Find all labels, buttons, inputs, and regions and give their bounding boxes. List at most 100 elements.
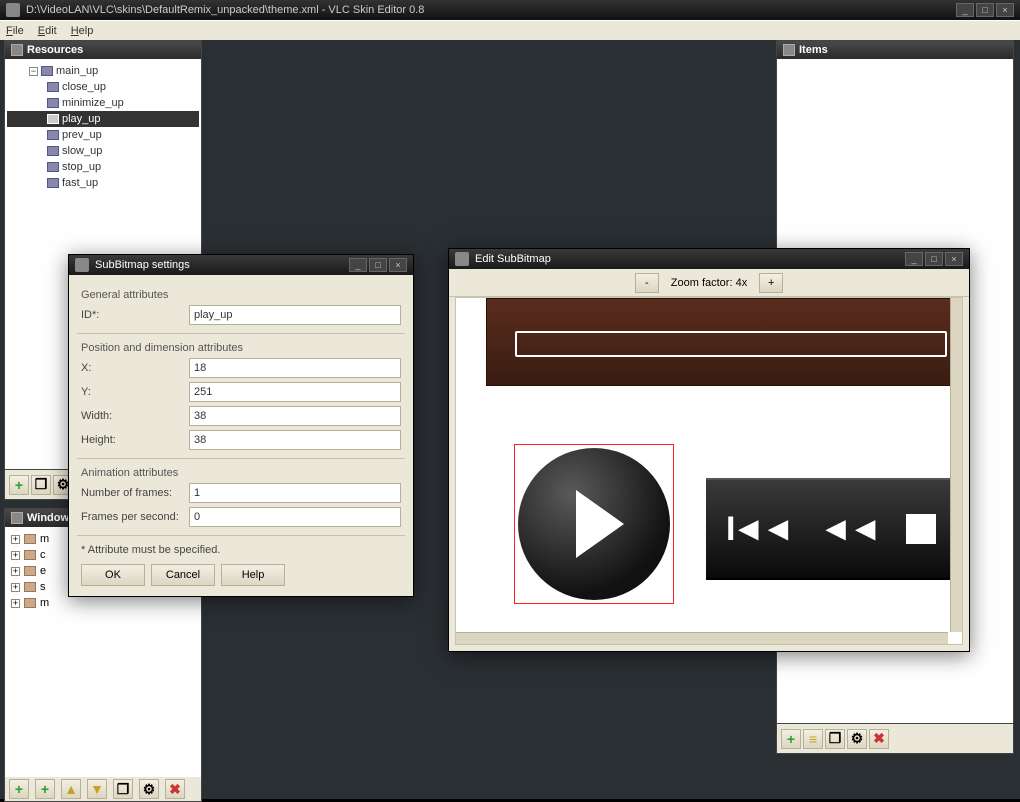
fps-field[interactable] xyxy=(189,507,401,527)
items-title: Items xyxy=(799,44,828,56)
resources-tree[interactable]: − main_up close_up minimize_up play_up p… xyxy=(5,59,201,195)
scrollbar-vertical[interactable] xyxy=(950,298,962,632)
x-field[interactable] xyxy=(189,358,401,378)
group-label: Animation attributes xyxy=(81,467,401,479)
width-field[interactable] xyxy=(189,406,401,426)
tree-row[interactable]: minimize_up xyxy=(7,95,199,111)
skin-controlbar-graphic: I◄◄ ◄◄ xyxy=(706,478,962,580)
expand-icon[interactable]: + xyxy=(11,583,20,592)
bitmap-icon xyxy=(47,162,59,172)
window-icon xyxy=(24,566,36,576)
add-layout-button[interactable]: + xyxy=(35,779,55,799)
list-item[interactable]: +m xyxy=(7,595,199,611)
window-icon xyxy=(24,598,36,608)
dialog-title: Edit SubBitmap xyxy=(475,253,899,265)
move-up-button[interactable]: ▲ xyxy=(61,779,81,799)
tree-row[interactable]: play_up xyxy=(7,111,199,127)
cancel-button[interactable]: Cancel xyxy=(151,564,215,586)
group-label: General attributes xyxy=(81,289,401,301)
add-button[interactable]: + xyxy=(9,779,29,799)
resources-icon xyxy=(11,44,23,56)
maximize-button[interactable]: □ xyxy=(925,252,943,266)
delete-button[interactable]: ✖ xyxy=(869,729,889,749)
copy-button[interactable]: ❐ xyxy=(825,729,845,749)
zoom-toolbar: - Zoom factor: 4x + xyxy=(449,269,969,297)
zoom-out-button[interactable]: - xyxy=(635,273,659,293)
app-icon xyxy=(6,3,20,17)
dialog-icon xyxy=(75,258,89,272)
move-down-button[interactable]: ▼ xyxy=(87,779,107,799)
expand-icon[interactable]: + xyxy=(11,599,20,608)
expand-icon[interactable]: + xyxy=(11,551,20,560)
add-button[interactable]: + xyxy=(781,729,801,749)
bitmap-icon xyxy=(47,82,59,92)
y-label: Y: xyxy=(81,386,189,398)
dialog-icon xyxy=(455,252,469,266)
x-label: X: xyxy=(81,362,189,374)
bitmap-icon xyxy=(47,98,59,108)
close-button[interactable]: × xyxy=(945,252,963,266)
maximize-button[interactable]: □ xyxy=(369,258,387,272)
window-icon xyxy=(24,582,36,592)
menubar: FFileile Edit Help xyxy=(0,20,1020,40)
expand-icon[interactable]: + xyxy=(11,535,20,544)
add-button[interactable]: + xyxy=(9,475,29,495)
menu-help[interactable]: Help xyxy=(71,25,94,37)
tree-label: slow_up xyxy=(62,145,102,157)
tree-row[interactable]: stop_up xyxy=(7,159,199,175)
attribute-footnote: * Attribute must be specified. xyxy=(81,544,401,556)
props-button[interactable]: ⚙ xyxy=(139,779,159,799)
stop-icon xyxy=(906,514,936,544)
move-button[interactable]: ≡ xyxy=(803,729,823,749)
delete-button[interactable]: ✖ xyxy=(165,779,185,799)
y-field[interactable] xyxy=(189,382,401,402)
help-button[interactable]: Help xyxy=(221,564,285,586)
tree-row[interactable]: − main_up xyxy=(7,63,199,79)
minimize-button[interactable]: _ xyxy=(905,252,923,266)
scrollbar-horizontal[interactable] xyxy=(456,632,948,644)
minimize-button[interactable]: _ xyxy=(349,258,367,272)
menu-edit[interactable]: Edit xyxy=(38,25,57,37)
height-field[interactable] xyxy=(189,430,401,450)
group-label: Position and dimension attributes xyxy=(81,342,401,354)
collapse-icon[interactable]: − xyxy=(29,67,38,76)
fps-label: Frames per second: xyxy=(81,511,189,523)
tree-label: close_up xyxy=(62,81,106,93)
minimize-button[interactable]: _ xyxy=(956,3,974,17)
dialog-title: SubBitmap settings xyxy=(95,259,343,271)
resources-title: Resources xyxy=(27,44,83,56)
prev-icon: I◄◄ xyxy=(726,510,791,549)
windows-icon xyxy=(11,512,23,524)
ok-button[interactable]: OK xyxy=(81,564,145,586)
tree-label: stop_up xyxy=(62,161,101,173)
selection-rect[interactable] xyxy=(514,444,674,604)
copy-button[interactable]: ❐ xyxy=(31,475,51,495)
bitmap-icon xyxy=(47,114,59,124)
skin-titlebar-graphic xyxy=(486,298,962,386)
bitmap-icon xyxy=(47,146,59,156)
tree-row[interactable]: slow_up xyxy=(7,143,199,159)
zoom-label: Zoom factor: 4x xyxy=(665,277,753,289)
copy-button[interactable]: ❐ xyxy=(113,779,133,799)
tree-row[interactable]: fast_up xyxy=(7,175,199,191)
tree-label: play_up xyxy=(62,113,101,125)
maximize-button[interactable]: □ xyxy=(976,3,994,17)
bitmap-canvas[interactable]: I◄◄ ◄◄ xyxy=(455,297,963,645)
props-button[interactable]: ⚙ xyxy=(847,729,867,749)
expand-icon[interactable]: + xyxy=(11,567,20,576)
rewind-icon: ◄◄ xyxy=(819,510,878,549)
tree-label: prev_up xyxy=(62,129,102,141)
bitmap-icon xyxy=(47,130,59,140)
frames-field[interactable] xyxy=(189,483,401,503)
tree-label: minimize_up xyxy=(62,97,124,109)
main-titlebar: D:\VideoLAN\VLC\skins\DefaultRemix_unpac… xyxy=(0,0,1020,20)
tree-row[interactable]: prev_up xyxy=(7,127,199,143)
id-label: ID*: xyxy=(81,309,189,321)
id-field[interactable] xyxy=(189,305,401,325)
menu-file[interactable]: FFileile xyxy=(6,25,24,37)
window-icon xyxy=(24,534,36,544)
tree-row[interactable]: close_up xyxy=(7,79,199,95)
zoom-in-button[interactable]: + xyxy=(759,273,783,293)
close-button[interactable]: × xyxy=(996,3,1014,17)
close-button[interactable]: × xyxy=(389,258,407,272)
